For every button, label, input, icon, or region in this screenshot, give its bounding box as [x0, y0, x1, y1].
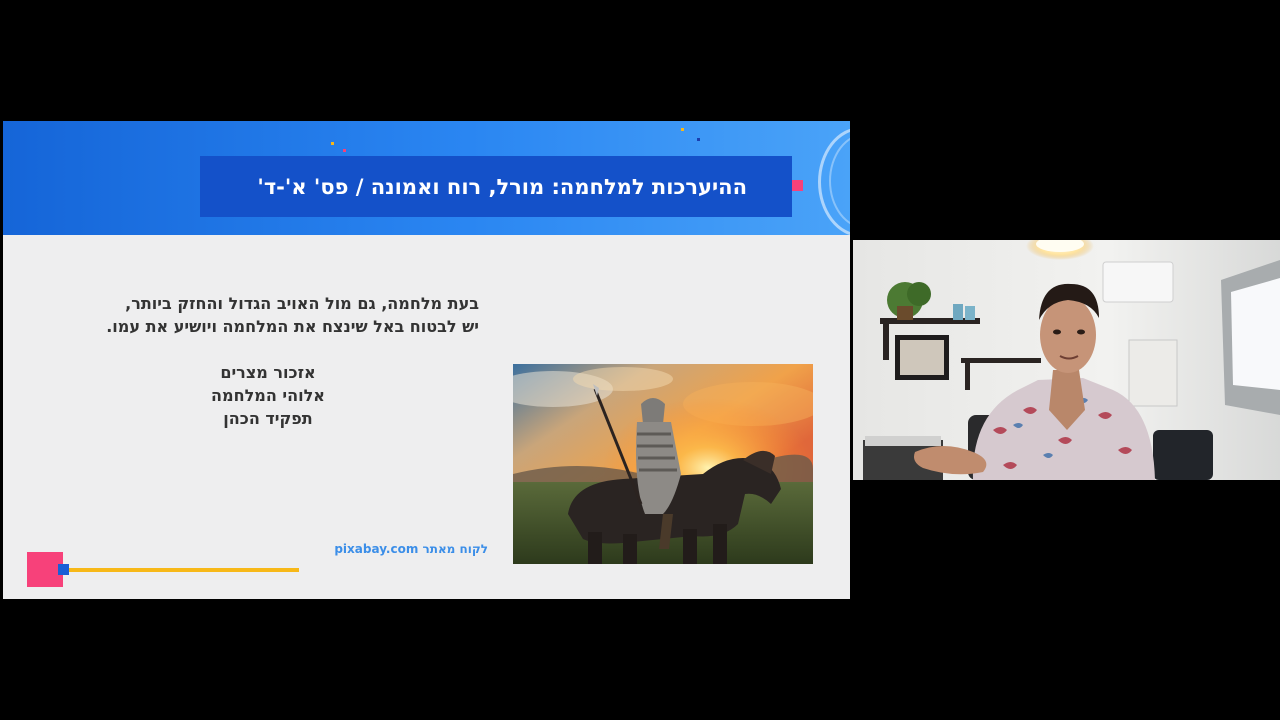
- presentation-slide: ההיערכות למלחמה: מורל, רוח ואמונה / פס' …: [3, 121, 850, 599]
- slide-title-box: ההיערכות למלחמה: מורל, רוח ואמונה / פס' …: [200, 156, 792, 217]
- warrior-horse-image: [513, 364, 813, 564]
- presenter-webcam: [853, 240, 1280, 480]
- decor-yellow-line: [69, 568, 299, 572]
- decor-blue-square: [58, 564, 69, 575]
- decor-dot: [681, 128, 684, 131]
- decor-dot: [331, 142, 334, 145]
- decor-dot: [697, 138, 700, 141]
- decor-dot: [343, 149, 346, 152]
- title-accent-square: [792, 180, 803, 191]
- list-item: תפקיד הכהן: [223, 409, 313, 428]
- slide-paragraph: בעת מלחמה, גם מול האויב הגדול והחזק ביות…: [43, 292, 479, 338]
- list-item: אלוהי המלחמה: [211, 386, 325, 405]
- slide-title: ההיערכות למלחמה: מורל, רוח ואמונה / פס' …: [257, 174, 747, 199]
- paragraph-line: יש לבטוח באל שינצח את המלחמה ויושיע את ע…: [106, 317, 479, 336]
- list-item: אזכור מצרים: [220, 363, 316, 382]
- paragraph-line: בעת מלחמה, גם מול האויב הגדול והחזק ביות…: [125, 294, 479, 313]
- image-credit: לקוח מאתר pixabay.com: [334, 542, 488, 556]
- slide-header-band: ההיערכות למלחמה: מורל, רוח ואמונה / פס' …: [3, 121, 850, 237]
- slide-topic-list: אזכור מצרים אלוהי המלחמה תפקיד הכהן: [153, 361, 383, 430]
